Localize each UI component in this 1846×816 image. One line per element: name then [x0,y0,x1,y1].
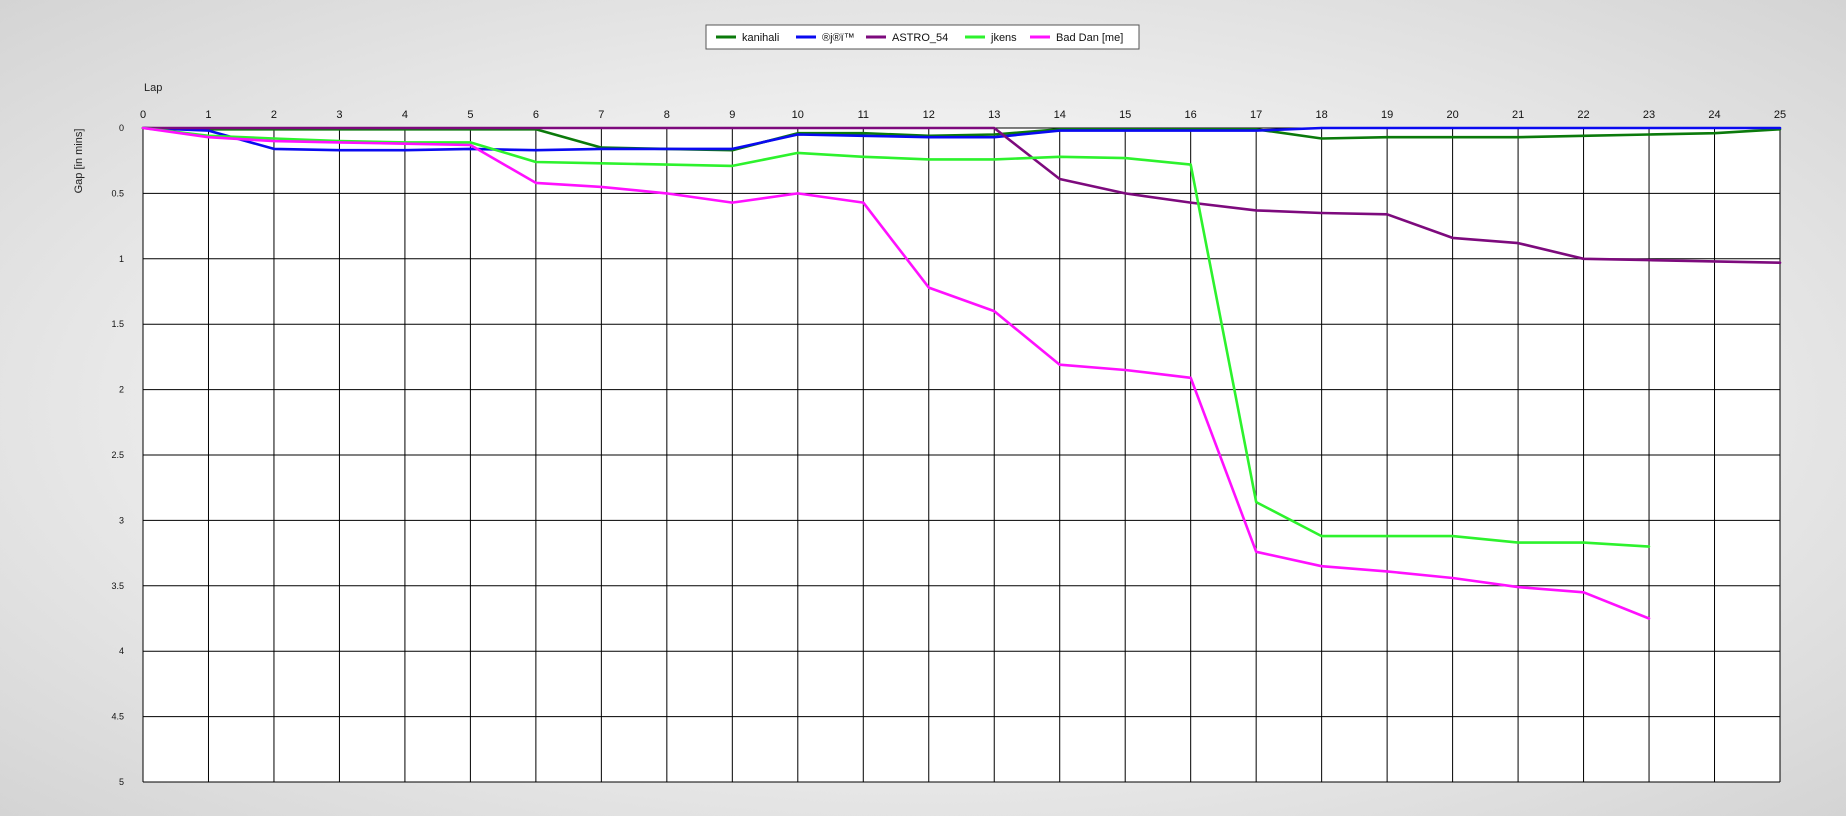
y-tick-label: 2.5 [111,450,124,460]
x-tick-label: 14 [1054,109,1066,121]
x-axis-title: Lap [144,82,162,94]
legend-entry-label: kanihali [742,32,779,44]
x-tick-label: 23 [1643,109,1655,121]
legend: kanihali ®ј®ї™ ASTRO_54 jkens Bad Dan [me] [705,24,1140,50]
y-tick-label: 1 [119,254,124,264]
y-tick-label: 5 [119,777,124,787]
x-tick-label: 9 [729,109,735,121]
legend-entry-label: Bad Dan [me] [1056,32,1123,44]
x-tick-label: 19 [1381,109,1393,121]
x-tick-label: 12 [923,109,935,121]
x-tick-label: 13 [988,109,1000,121]
x-tick-label: 4 [402,109,408,121]
x-tick-label: 2 [271,109,277,121]
y-tick-label: 3.5 [111,581,124,591]
y-axis-ticks: 0 0.5 1 1.5 2 2.5 3 3.5 4 4.5 5 [111,123,124,787]
y-tick-label: 0.5 [111,188,124,198]
y-tick-label: 2 [119,385,124,395]
y-tick-label: 0 [119,123,124,133]
x-tick-label: 15 [1119,109,1131,121]
y-axis-title: Gap [in mins] [73,129,85,194]
x-tick-label: 5 [467,109,473,121]
x-tick-label: 18 [1316,109,1328,121]
x-tick-label: 25 [1774,109,1786,121]
x-tick-label: 20 [1446,109,1458,121]
x-tick-label: 17 [1250,109,1262,121]
x-tick-label: 8 [664,109,670,121]
x-tick-label: 11 [858,109,869,121]
x-tick-label: 22 [1577,109,1589,121]
x-tick-label: 6 [533,109,539,121]
x-tick-label: 0 [140,109,146,121]
legend-entry-label: ®ј®ї™ [822,32,855,44]
y-tick-label: 4.5 [111,712,124,722]
y-tick-label: 3 [119,515,124,525]
x-tick-label: 24 [1708,109,1720,121]
x-tick-label: 21 [1512,109,1524,121]
x-axis-ticks: 0 1 2 3 4 5 6 7 8 9 10 11 12 13 14 15 16 17 18 19 20 21 22 23 24… [140,109,1786,121]
lap-gap-chart: kanihali ®ј®ї™ ASTRO_54 jkens Bad Dan [me] 0… [0,0,1846,816]
x-tick-label: 10 [792,109,804,121]
x-tick-label: 16 [1185,109,1197,121]
legend-entry-label: jkens [990,32,1017,44]
y-tick-label: 4 [119,646,124,656]
x-tick-label: 1 [205,109,211,121]
y-tick-label: 1.5 [111,319,124,329]
chart-canvas: kanihali ®ј®ї™ ASTRO_54 jkens Bad Dan [me] 0… [73,24,1786,787]
legend-entry-label: ASTRO_54 [892,32,948,44]
x-tick-label: 3 [336,109,342,121]
x-tick-label: 7 [598,109,604,121]
